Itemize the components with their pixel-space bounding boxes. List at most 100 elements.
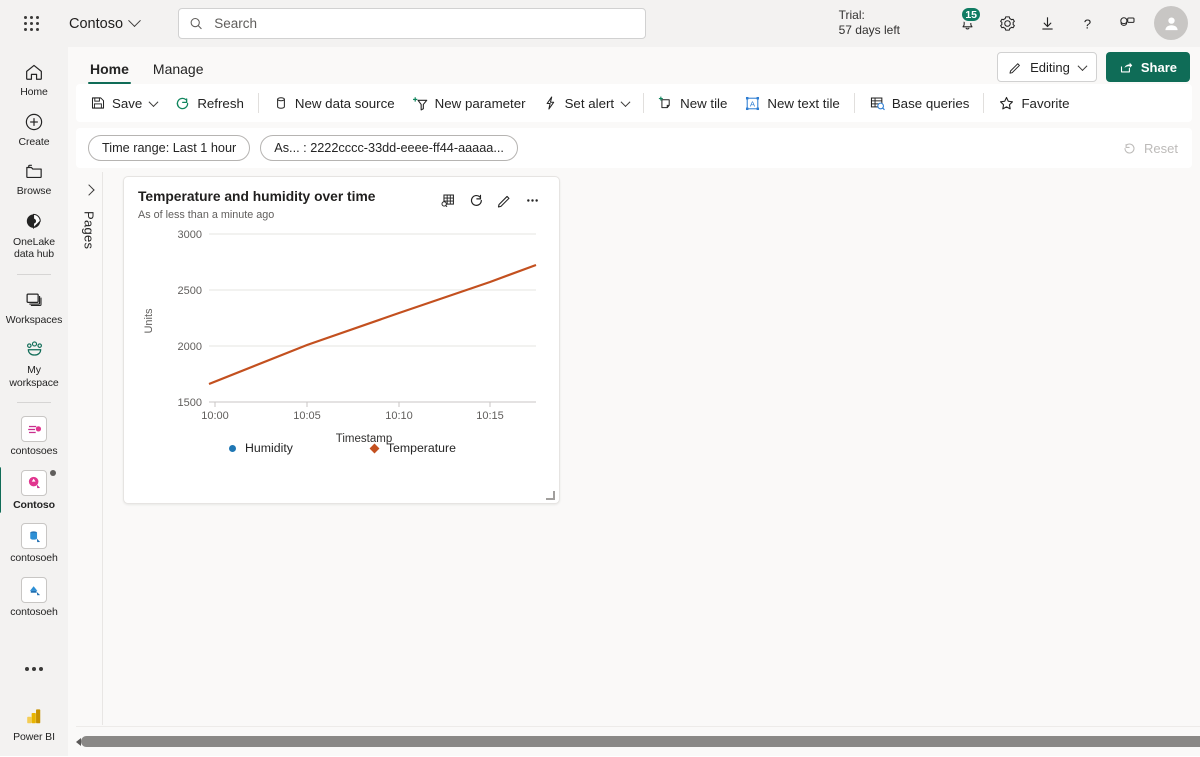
new-text-tile-button[interactable]: A New text tile xyxy=(736,88,847,118)
tile-more-options-button[interactable] xyxy=(519,187,545,213)
brand-switcher[interactable]: Contoso xyxy=(62,11,146,37)
new-parameter-button[interactable]: New parameter xyxy=(404,88,534,118)
sidebar-item-power-bi[interactable]: Power BI xyxy=(2,700,66,748)
svg-text:A: A xyxy=(750,99,756,108)
sidebar-item-contosoes[interactable]: contosoes xyxy=(2,411,66,462)
text-tile-icon: A xyxy=(746,96,760,110)
feedback-icon xyxy=(1119,16,1135,26)
new-text-tile-label: New text tile xyxy=(767,95,840,111)
pages-label: Pages xyxy=(81,211,97,250)
chart-area[interactable]: 3000 2500 2000 1500 Units 10:00 10:05 10… xyxy=(124,221,561,471)
share-icon xyxy=(1120,62,1133,72)
set-alert-button[interactable]: Set alert xyxy=(535,88,638,118)
top-bar-actions: 15 ? xyxy=(948,4,1188,42)
power-bi-icon xyxy=(26,708,40,723)
new-tile-button[interactable]: New tile xyxy=(650,88,735,118)
tile-title: Temperature and humidity over time xyxy=(138,189,376,204)
home-icon xyxy=(26,64,42,80)
power-bi-realtime-dashboard: Contoso Trial: 57 days left 15 xyxy=(0,0,1200,756)
table-view-button[interactable] xyxy=(435,187,461,213)
tab-home[interactable]: Home xyxy=(80,61,139,84)
help-button[interactable]: ? xyxy=(1068,4,1106,42)
tab-manage[interactable]: Manage xyxy=(143,61,214,84)
toolbar-divider-2 xyxy=(643,93,645,113)
table-view-icon xyxy=(441,194,454,207)
base-queries-label: Base queries xyxy=(891,95,970,111)
save-label: Save xyxy=(112,95,143,111)
search-input[interactable] xyxy=(212,15,635,32)
toolbar-divider-4 xyxy=(983,93,985,113)
workspace-status-dot xyxy=(50,469,56,476)
tile-refresh-button[interactable] xyxy=(463,187,489,213)
workspace-tile-icon xyxy=(21,416,47,442)
rail-more-options-button[interactable] xyxy=(17,654,51,684)
time-range-pill[interactable]: Time range: Last 1 hour xyxy=(88,135,251,161)
notifications-button[interactable]: 15 xyxy=(948,4,986,42)
app-launcher-button[interactable] xyxy=(14,7,48,41)
create-plus-icon xyxy=(25,113,43,130)
browse-folder-icon xyxy=(26,164,42,179)
pages-expand-button[interactable] xyxy=(79,179,99,201)
share-button[interactable]: Share xyxy=(1105,52,1190,82)
refresh-button[interactable]: Refresh xyxy=(166,88,252,118)
sidebar-item-onelake-data-hub[interactable]: OneLake data hub xyxy=(2,205,66,265)
favorite-button[interactable]: Favorite xyxy=(990,88,1077,118)
tile-actions xyxy=(435,187,545,213)
y-tick-3000: 3000 xyxy=(178,229,202,241)
sidebar-item-browse[interactable]: Browse xyxy=(2,155,66,202)
sidebar-item-contoso[interactable]: Contoso xyxy=(0,465,66,516)
ribbon-tabs: Home Manage Editing Share xyxy=(68,47,1200,84)
parameter-label: As... : 2222cccc-33dd-eeee-ff44-aaaaa... xyxy=(274,141,504,155)
new-data-source-button[interactable]: New data source xyxy=(265,88,403,118)
save-button[interactable]: Save xyxy=(82,88,165,118)
dashboard-canvas: Pages Temperature and humidity over time… xyxy=(76,172,1200,725)
sidebar-item-label: contosoeh xyxy=(10,605,58,618)
sidebar-item-label: contosoeh xyxy=(10,552,58,564)
horizontal-scrollbar[interactable] xyxy=(76,726,1200,756)
tile-resize-handle[interactable] xyxy=(546,491,555,500)
scrollbar-thumb[interactable] xyxy=(81,736,1200,747)
series-temperature-line xyxy=(208,263,537,386)
chevron-right-icon xyxy=(83,184,95,196)
account-avatar[interactable] xyxy=(1154,6,1188,40)
toolbar-divider-1 xyxy=(257,93,259,113)
tile-edit-button[interactable] xyxy=(491,187,517,213)
data-source-icon xyxy=(276,97,285,109)
sidebar-item-my-workspace[interactable]: My workspace xyxy=(2,333,66,393)
sidebar-item-contosoeh-1[interactable]: contosoeh xyxy=(2,518,66,569)
sidebar-item-contosoeh-2[interactable]: contosoeh xyxy=(2,572,66,623)
parameter-pill[interactable]: As... : 2222cccc-33dd-eeee-ff44-aaaaa... xyxy=(260,135,518,161)
download-button[interactable] xyxy=(1028,4,1066,42)
top-bar: Contoso Trial: 57 days left 15 xyxy=(0,0,1200,47)
new-data-source-label: New data source xyxy=(294,95,395,111)
tile-header: Temperature and humidity over time As of… xyxy=(124,177,559,221)
base-queries-button[interactable]: Base queries xyxy=(861,88,978,118)
sidebar-item-home[interactable]: Home xyxy=(2,56,66,103)
y-tick-2500: 2500 xyxy=(178,285,202,297)
workspace-tile-icon xyxy=(21,469,56,496)
eventhouse-icon xyxy=(29,586,40,596)
new-tile-icon xyxy=(658,96,670,109)
refresh-icon xyxy=(177,97,189,109)
legend-item-temperature[interactable]: Temperature xyxy=(369,441,456,455)
chart-tile[interactable]: Temperature and humidity over time As of… xyxy=(123,176,560,504)
sidebar-item-label: contosoes xyxy=(10,445,58,457)
sidebar-item-workspaces[interactable]: Workspaces xyxy=(2,283,66,331)
x-tick-1005: 10:05 xyxy=(293,410,321,422)
header-actions: Editing Share xyxy=(997,52,1190,82)
search-icon xyxy=(190,17,202,30)
line-chart: 3000 2500 2000 1500 Units 10:00 10:05 10… xyxy=(143,229,537,445)
sidebar-item-create[interactable]: Create xyxy=(2,106,66,153)
temperature-marker-icon xyxy=(369,443,380,453)
global-search[interactable] xyxy=(178,8,646,39)
scrollbar-track[interactable] xyxy=(81,727,1200,757)
editing-mode-button[interactable]: Editing xyxy=(997,52,1097,82)
legend-item-humidity[interactable]: Humidity xyxy=(229,441,293,455)
sidebar-item-label: OneLake data hub xyxy=(13,235,55,261)
chevron-down-icon xyxy=(128,14,141,28)
chevron-down-icon xyxy=(620,96,631,107)
sidebar-item-label: My workspace xyxy=(9,364,59,389)
sidebar-item-label: Browse xyxy=(16,185,52,197)
feedback-button[interactable] xyxy=(1108,4,1146,42)
settings-button[interactable] xyxy=(988,4,1026,42)
